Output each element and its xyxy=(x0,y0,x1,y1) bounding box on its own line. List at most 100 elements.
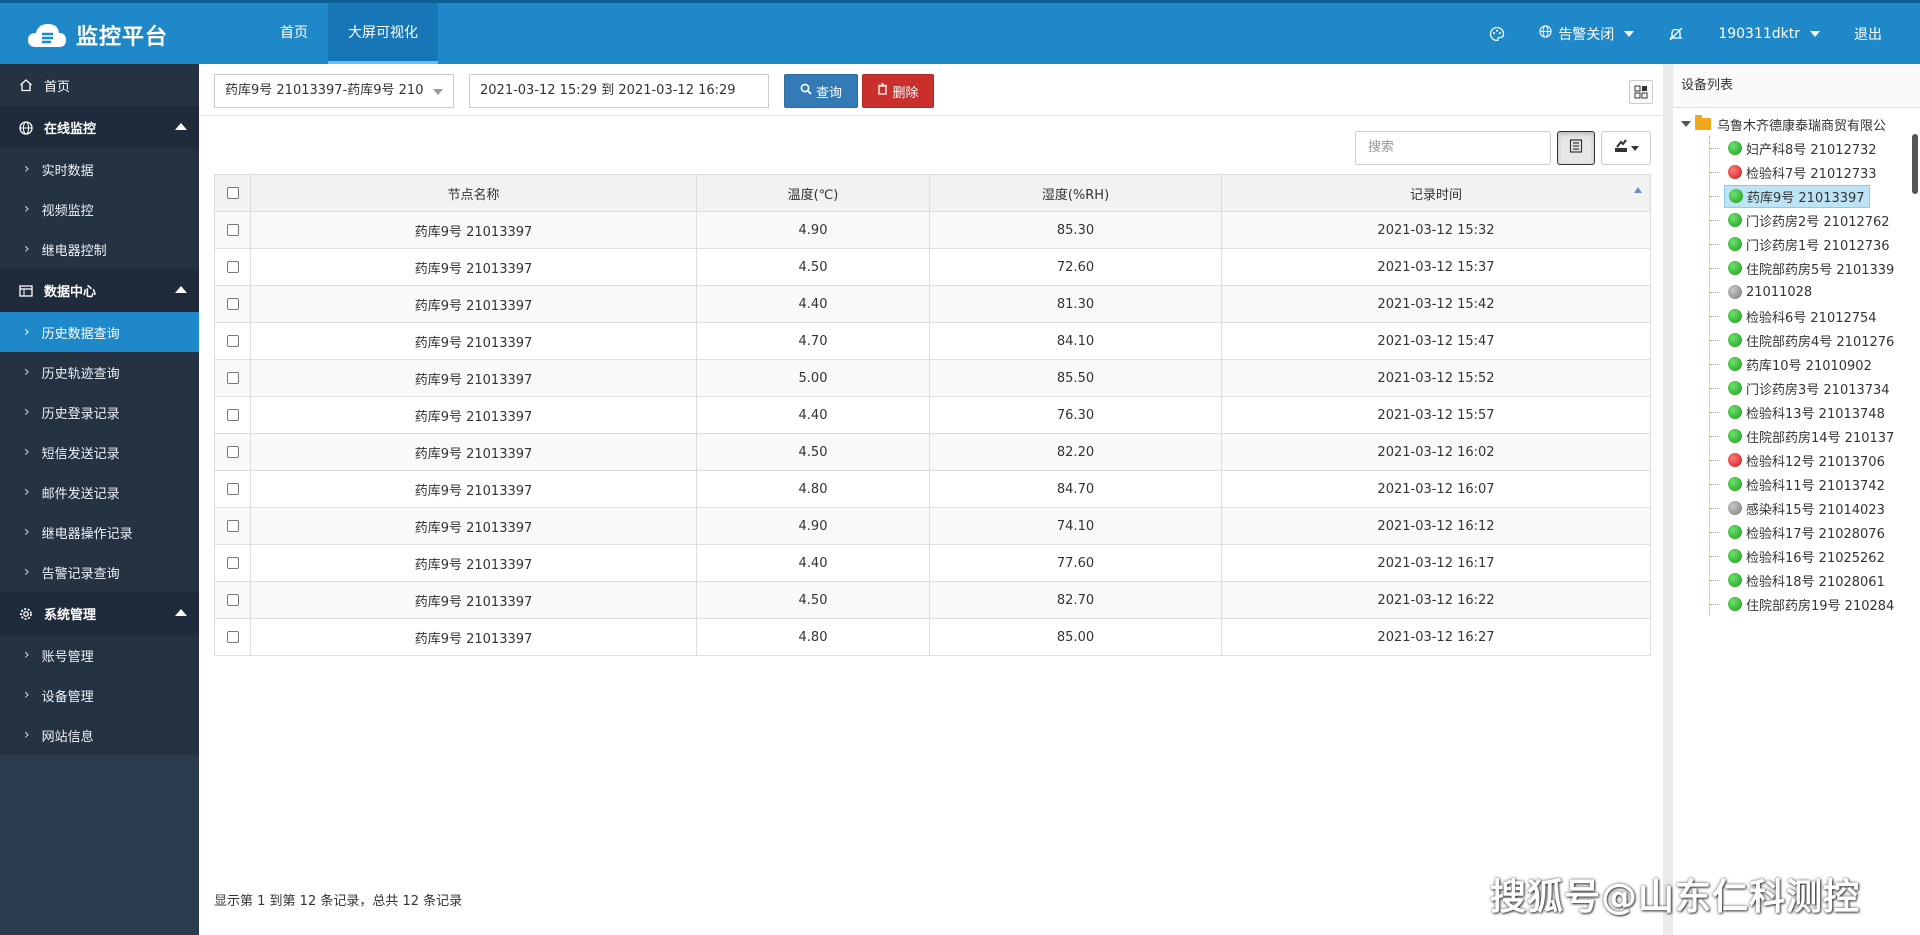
table-row[interactable]: 药库9号 21013397 4.90 74.10 2021-03-12 16:12 xyxy=(214,507,1651,545)
row-checkbox[interactable] xyxy=(226,446,239,458)
device-tree-item[interactable]: 住院部药房5号 2101339 xyxy=(1710,256,1920,280)
nav-big-screen[interactable]: 大屏可视化 xyxy=(328,3,438,64)
sidebar-item-history-login[interactable]: › 历史登录记录 xyxy=(0,392,199,432)
sidebar-item-email-log[interactable]: › 邮件发送记录 xyxy=(0,472,199,512)
sidebar-item-devices[interactable]: › 设备管理 xyxy=(0,675,199,715)
nav-home[interactable]: 首页 xyxy=(260,3,328,64)
row-checkbox[interactable] xyxy=(226,409,239,421)
device-tree-item[interactable]: 检验科6号 21012754 xyxy=(1710,304,1920,328)
sidebar-group-online-monitor[interactable]: 在线监控 xyxy=(0,106,199,149)
device-tree-item[interactable]: 感染科15号 21014023 xyxy=(1710,496,1920,520)
row-checkbox[interactable] xyxy=(226,261,239,273)
export-button[interactable] xyxy=(1601,131,1651,165)
row-checkbox[interactable] xyxy=(226,372,239,384)
sidebar-item-label: 历史登录记录 xyxy=(41,406,120,422)
col-node-name[interactable]: 节点名称 xyxy=(250,174,697,212)
row-checkbox[interactable] xyxy=(226,224,239,236)
row-checkbox[interactable] xyxy=(226,594,239,606)
sidebar-item-accounts[interactable]: › 账号管理 xyxy=(0,635,199,675)
col-humidity[interactable]: 湿度(%RH) xyxy=(929,174,1222,212)
device-tree-item-label: 门诊药房2号 21012762 xyxy=(1724,210,1894,231)
sidebar-item-relay-control[interactable]: › 继电器控制 xyxy=(0,229,199,269)
row-checkbox[interactable] xyxy=(226,335,239,347)
device-tree-item[interactable]: 检验科7号 21012733 xyxy=(1710,160,1920,184)
card-view-toggle[interactable] xyxy=(1557,131,1595,165)
alarm-toggle[interactable]: 告警关闭 xyxy=(1539,24,1635,44)
layout-grid-icon[interactable] xyxy=(1629,80,1653,104)
table-row[interactable]: 药库9号 21013397 4.50 82.70 2021-03-12 16:22 xyxy=(214,581,1651,619)
table-row[interactable]: 药库9号 21013397 4.50 82.20 2021-03-12 16:02 xyxy=(214,433,1651,471)
sidebar-group-data-center[interactable]: 数据中心 xyxy=(0,269,199,312)
logo[interactable]: 监控平台 xyxy=(26,15,168,55)
row-select-cell xyxy=(214,470,251,508)
row-select-cell xyxy=(214,211,251,249)
table-row[interactable]: 药库9号 21013397 4.90 85.30 2021-03-12 15:32 xyxy=(214,211,1651,249)
device-tree-item[interactable]: 药库10号 21010902 xyxy=(1710,352,1920,376)
device-tree-item[interactable]: 检验科12号 21013706 xyxy=(1710,448,1920,472)
device-panel: 设备列表 乌鲁木齐德康泰瑞商贸有限公 妇产科8号 21012732 检验科7号 2… xyxy=(1663,64,1920,935)
row-checkbox[interactable] xyxy=(226,557,239,569)
device-tree-item[interactable]: 药库9号 21013397 xyxy=(1710,184,1920,208)
user-menu[interactable]: 190311dktr xyxy=(1718,26,1820,42)
row-checkbox[interactable] xyxy=(226,520,239,532)
date-range-input[interactable]: 2021-03-12 15:29 到 2021-03-12 16:29 xyxy=(469,74,769,108)
table-row[interactable]: 药库9号 21013397 4.40 81.30 2021-03-12 15:42 xyxy=(214,285,1651,323)
col-temperature[interactable]: 温度(℃) xyxy=(696,174,930,212)
device-tree-item[interactable]: 门诊药房2号 21012762 xyxy=(1710,208,1920,232)
status-dot-icon xyxy=(1728,261,1742,275)
table-row[interactable]: 药库9号 21013397 4.40 76.30 2021-03-12 15:57 xyxy=(214,396,1651,434)
device-tree-item[interactable]: 检验科11号 21013742 xyxy=(1710,472,1920,496)
device-tree-item[interactable]: 门诊药房1号 21012736 xyxy=(1710,232,1920,256)
col-record-time[interactable]: 记录时间 xyxy=(1221,174,1651,212)
device-tree-item[interactable]: 检验科17号 21028076 xyxy=(1710,520,1920,544)
select-all-checkbox[interactable] xyxy=(226,187,239,199)
sidebar-item-realtime[interactable]: › 实时数据 xyxy=(0,149,199,189)
device-panel-scrollbar[interactable] xyxy=(1912,134,1918,194)
sidebar-item-history-track[interactable]: › 历史轨迹查询 xyxy=(0,352,199,392)
row-checkbox[interactable] xyxy=(226,483,239,495)
status-dot-icon xyxy=(1728,501,1742,515)
table-row[interactable]: 药库9号 21013397 4.70 84.10 2021-03-12 15:47 xyxy=(214,322,1651,360)
device-tree-item[interactable]: 检验科16号 21025262 xyxy=(1710,544,1920,568)
row-checkbox[interactable] xyxy=(226,631,239,643)
table-row[interactable]: 药库9号 21013397 4.40 77.60 2021-03-12 16:17 xyxy=(214,544,1651,582)
cell-humidity: 85.00 xyxy=(929,618,1222,656)
device-tree-item[interactable]: 住院部药房19号 210284 xyxy=(1710,592,1920,616)
device-tree-item-label: 药库9号 21013397 xyxy=(1724,184,1870,208)
table-row[interactable]: 药库9号 21013397 4.80 85.00 2021-03-12 16:27 xyxy=(214,618,1651,656)
sidebar-item-video[interactable]: › 视频监控 xyxy=(0,189,199,229)
device-tree-item[interactable]: 检验科18号 21028061 xyxy=(1710,568,1920,592)
table-row[interactable]: 药库9号 21013397 4.50 72.60 2021-03-12 15:37 xyxy=(214,248,1651,286)
row-select-cell xyxy=(214,396,251,434)
sidebar-item-sms-log[interactable]: › 短信发送记录 xyxy=(0,432,199,472)
sidebar-item-relay-log[interactable]: › 继电器操作记录 xyxy=(0,512,199,552)
device-tree-item[interactable]: 门诊药房3号 21013734 xyxy=(1710,376,1920,400)
device-tree-item[interactable]: 妇产科8号 21012732 xyxy=(1710,136,1920,160)
device-tree-item[interactable]: 住院部药房4号 2101276 xyxy=(1710,328,1920,352)
palette-icon[interactable] xyxy=(1489,26,1505,42)
delete-button[interactable]: 删除 xyxy=(862,74,934,108)
sidebar-item-site-info[interactable]: › 网站信息 xyxy=(0,715,199,755)
tree-expand-icon[interactable] xyxy=(1681,121,1691,127)
sidebar-item-history-data[interactable]: › 历史数据查询 xyxy=(0,312,199,352)
node-select[interactable]: 药库9号 21013397-药库9号 210 xyxy=(214,74,454,108)
sidebar-item-alarm-log[interactable]: › 告警记录查询 xyxy=(0,552,199,592)
search-input[interactable]: 搜索 xyxy=(1355,131,1551,165)
pagination-info: 显示第 1 到第 12 条记录，总共 12 条记录 xyxy=(214,894,463,909)
table-row[interactable]: 药库9号 21013397 4.80 84.70 2021-03-12 16:07 xyxy=(214,470,1651,508)
folder-icon xyxy=(1695,115,1711,130)
logout-link[interactable]: 退出 xyxy=(1854,24,1882,44)
status-dot-icon xyxy=(1728,213,1742,227)
device-tree-item[interactable]: 检验科13号 21013748 xyxy=(1710,400,1920,424)
device-tree-item[interactable]: 21011028 xyxy=(1710,280,1920,304)
row-checkbox[interactable] xyxy=(226,298,239,310)
chevron-down-icon xyxy=(1630,145,1639,151)
sidebar-item-home[interactable]: 首页 xyxy=(0,64,199,106)
tree-root[interactable]: 乌鲁木齐德康泰瑞商贸有限公 xyxy=(1673,112,1920,136)
device-tree-item[interactable]: 住院部药房14号 210137 xyxy=(1710,424,1920,448)
query-button[interactable]: 查询 xyxy=(784,74,858,108)
sidebar-group-system[interactable]: 系统管理 xyxy=(0,592,199,635)
cell-record-time: 2021-03-12 16:07 xyxy=(1221,470,1651,508)
mute-bell-icon[interactable] xyxy=(1668,26,1684,42)
table-row[interactable]: 药库9号 21013397 5.00 85.50 2021-03-12 15:52 xyxy=(214,359,1651,397)
